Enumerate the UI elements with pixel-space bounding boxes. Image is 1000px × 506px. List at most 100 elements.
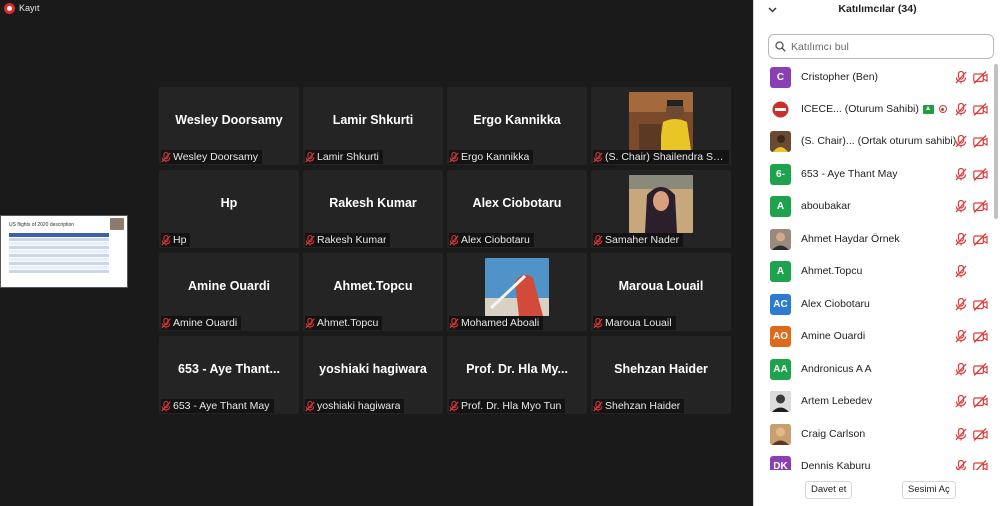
- avatar: C: [770, 67, 791, 88]
- video-tile[interactable]: Maroua Louail Maroua Louail: [591, 253, 731, 331]
- video-tile[interactable]: 653 - Aye Thant... 653 - Aye Thant May: [159, 336, 299, 414]
- mic-muted-icon[interactable]: [955, 168, 967, 181]
- participant-row[interactable]: Artem Lebedev: [754, 386, 1000, 418]
- participant-row[interactable]: Craig Carlson: [754, 419, 1000, 451]
- avatar: [770, 131, 791, 152]
- mic-muted-icon[interactable]: [955, 363, 967, 376]
- recording-label: Kayıt: [19, 3, 40, 13]
- tile-caption-label: yoshiaki hagiwara: [317, 400, 401, 412]
- shared-screen-title: US flights of 2020 description: [9, 222, 75, 228]
- mic-muted-icon[interactable]: [955, 330, 967, 343]
- video-off-icon[interactable]: [973, 363, 988, 376]
- participant-row[interactable]: A Ahmet.Topcu: [754, 256, 1000, 288]
- tile-caption-label: Lamir Shkurti: [317, 151, 379, 163]
- mic-muted-icon: [449, 152, 459, 163]
- tile-caption: Alex Ciobotaru: [449, 233, 534, 247]
- participants-footer: Davet et Sesimi Aç: [754, 470, 1000, 506]
- tile-caption: Shehzan Haider: [593, 399, 685, 413]
- participant-name: Ahmet Haydar Örnek: [801, 233, 900, 245]
- unmute-me-button[interactable]: Sesimi Aç: [902, 481, 956, 499]
- shared-screen-thumbnail[interactable]: US flights of 2020 description: [0, 215, 128, 288]
- host-logo-icon: [770, 99, 791, 120]
- participant-row[interactable]: C Cristopher (Ben): [754, 62, 1000, 94]
- participant-name: aboubakar: [801, 200, 851, 212]
- tile-caption-label: Wesley Doorsamy: [173, 151, 258, 163]
- participant-row[interactable]: AC Alex Ciobotaru: [754, 289, 1000, 321]
- avatar-photo: [770, 131, 791, 152]
- shared-table-graphic: [9, 233, 109, 281]
- video-off-icon[interactable]: [973, 395, 988, 408]
- video-tile[interactable]: Hp Hp: [159, 170, 299, 248]
- avatar: 6-: [770, 164, 791, 185]
- mic-muted-icon[interactable]: [955, 265, 967, 278]
- tile-caption-label: Shehzan Haider: [605, 400, 681, 412]
- tile-caption-label: (S. Chair) Shailendra Sin...: [605, 151, 725, 163]
- video-off-icon[interactable]: [973, 298, 988, 311]
- participant-name: (S. Chair)... (Ortak oturum sahibi): [801, 135, 957, 147]
- mic-muted-icon[interactable]: [955, 395, 967, 408]
- mic-muted-icon[interactable]: [955, 71, 967, 84]
- mic-muted-icon[interactable]: [955, 135, 967, 148]
- participant-row[interactable]: Ahmet Haydar Örnek: [754, 224, 1000, 256]
- tile-name: Rakesh Kumar: [329, 196, 417, 210]
- video-tile[interactable]: Shehzan Haider Shehzan Haider: [591, 336, 731, 414]
- video-tile[interactable]: yoshiaki hagiwara yoshiaki hagiwara: [303, 336, 443, 414]
- participant-video: [485, 258, 549, 316]
- mic-muted-icon[interactable]: [955, 298, 967, 311]
- video-tile[interactable]: Amine Ouardi Amine Ouardi: [159, 253, 299, 331]
- video-tile[interactable]: Wesley Doorsamy Wesley Doorsamy: [159, 87, 299, 165]
- participant-row[interactable]: 6- 653 - Aye Thant May: [754, 159, 1000, 191]
- participant-row[interactable]: DK Dennis Kaburu: [754, 451, 1000, 470]
- video-tile[interactable]: Ergo Kannikka Ergo Kannikka: [447, 87, 587, 165]
- presenter-video-thumbnail: [110, 218, 124, 230]
- tile-caption: Maroua Louail: [593, 316, 676, 330]
- video-tile[interactable]: Rakesh Kumar Rakesh Kumar: [303, 170, 443, 248]
- tile-caption-label: Samaher Nader: [605, 234, 680, 246]
- video-off-icon[interactable]: [973, 428, 988, 441]
- video-tile[interactable]: Samaher Nader: [591, 170, 731, 248]
- mic-muted-icon[interactable]: [955, 428, 967, 441]
- tile-caption: yoshiaki hagiwara: [305, 399, 405, 413]
- participant-row[interactable]: ICECE... (Oturum Sahibi): [754, 94, 1000, 126]
- participant-row[interactable]: A aboubakar: [754, 191, 1000, 223]
- mic-muted-icon[interactable]: [955, 200, 967, 213]
- video-tile[interactable]: Lamir Shkurti Lamir Shkurti: [303, 87, 443, 165]
- recording-indicator[interactable]: Kayıt: [4, 2, 40, 14]
- video-tile[interactable]: Mohamed Aboali: [447, 253, 587, 331]
- video-off-icon[interactable]: [973, 460, 988, 470]
- avatar-photo: [770, 424, 791, 445]
- video-tile[interactable]: (S. Chair) Shailendra Sin...: [591, 87, 731, 165]
- video-off-icon[interactable]: [973, 135, 988, 148]
- search-input[interactable]: [791, 40, 981, 53]
- avatar: AO: [770, 326, 791, 347]
- tile-caption: Wesley Doorsamy: [161, 150, 262, 164]
- video-off-icon[interactable]: [973, 233, 988, 246]
- video-off-icon[interactable]: [973, 330, 988, 343]
- participant-row[interactable]: (S. Chair)... (Ortak oturum sahibi): [754, 126, 1000, 158]
- tile-name: Amine Ouardi: [188, 279, 270, 293]
- avatar: [770, 424, 791, 445]
- mic-muted-icon[interactable]: [955, 103, 967, 116]
- video-tile[interactable]: Ahmet.Topcu Ahmet.Topcu: [303, 253, 443, 331]
- participant-list-scrollbar[interactable]: [994, 64, 998, 219]
- gallery-view: Kayıt US flights of 2020 description Wes…: [0, 0, 753, 506]
- mic-muted-icon: [305, 401, 315, 412]
- tile-caption-label: Amine Ouardi: [173, 317, 238, 329]
- video-off-icon[interactable]: [973, 200, 988, 213]
- tile-caption: (S. Chair) Shailendra Sin...: [593, 150, 729, 164]
- participant-name: Alex Ciobotaru: [801, 298, 870, 310]
- video-off-icon[interactable]: [973, 103, 988, 116]
- video-tile[interactable]: Prof. Dr. Hla My... Prof. Dr. Hla Myo Tu…: [447, 336, 587, 414]
- video-tile[interactable]: Alex Ciobotaru Alex Ciobotaru: [447, 170, 587, 248]
- video-off-icon[interactable]: [973, 168, 988, 181]
- mic-muted-icon: [161, 235, 171, 246]
- invite-button[interactable]: Davet et: [805, 481, 853, 499]
- participant-row[interactable]: AO Amine Ouardi: [754, 321, 1000, 353]
- participant-video: [629, 175, 693, 233]
- participant-row[interactable]: AA Andronicus A A: [754, 354, 1000, 386]
- mic-muted-icon[interactable]: [955, 460, 967, 470]
- mic-muted-icon[interactable]: [955, 233, 967, 246]
- video-off-icon[interactable]: [973, 71, 988, 84]
- participant-search[interactable]: [768, 34, 994, 59]
- tile-caption-label: Ergo Kannikka: [461, 151, 530, 163]
